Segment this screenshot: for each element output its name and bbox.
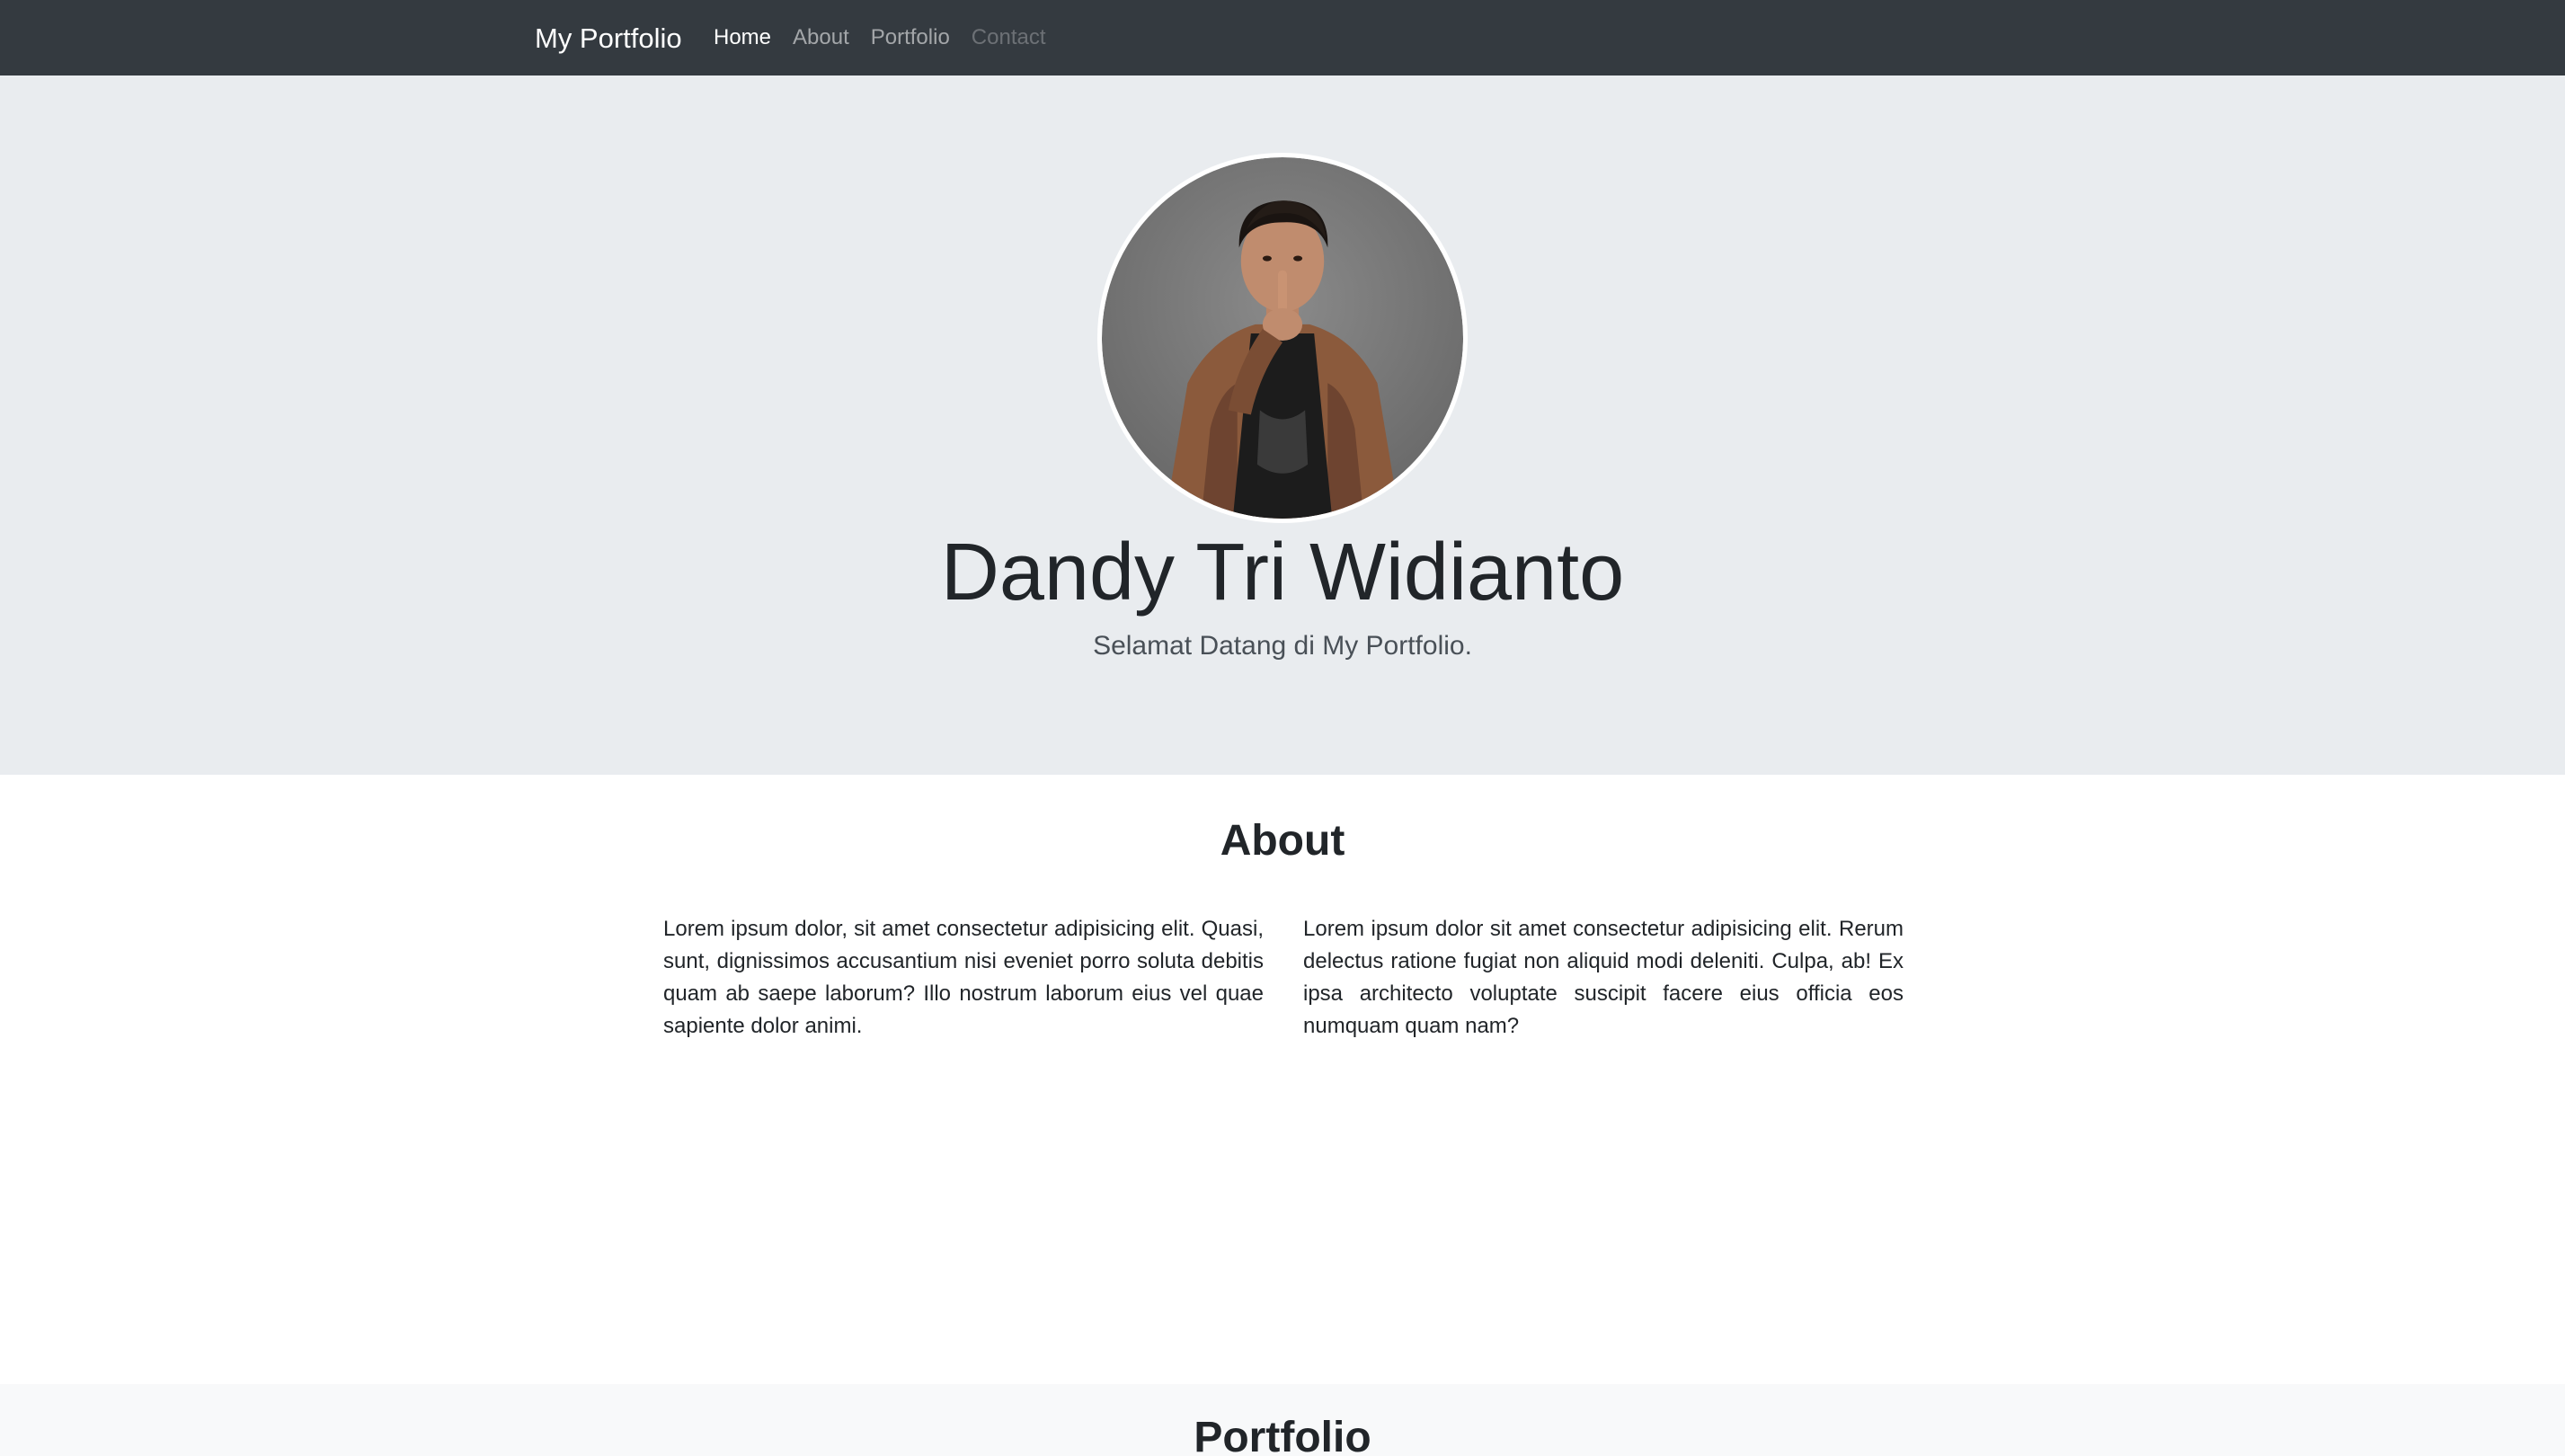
nav-link-about[interactable]: About xyxy=(793,25,849,50)
about-title: About xyxy=(1220,817,1345,865)
profile-photo-icon xyxy=(1102,157,1463,519)
nav-link-portfolio[interactable]: Portfolio xyxy=(871,25,950,50)
hero-name: Dandy Tri Widianto xyxy=(940,528,1625,617)
nav-link-contact[interactable]: Contact xyxy=(972,25,1046,50)
portfolio-section: Portfolio xyxy=(0,1384,2565,1456)
about-paragraph-right: Lorem ipsum dolor sit amet consectetur a… xyxy=(1303,917,1904,1038)
hero-tagline: Selamat Datang di My Portfolio. xyxy=(1093,631,1472,661)
hero-section: Dandy Tri Widianto Selamat Datang di My … xyxy=(0,75,2565,775)
top-navbar: My Portfolio Home About Portfolio Contac… xyxy=(0,0,2565,75)
nav-link-home[interactable]: Home xyxy=(714,25,771,50)
profile-avatar xyxy=(1097,153,1468,523)
about-paragraph-left: Lorem ipsum dolor, sit amet consectetur … xyxy=(663,917,1264,1038)
navbar-brand[interactable]: My Portfolio xyxy=(535,0,682,75)
nav-links: Home About Portfolio Contact xyxy=(714,0,1046,75)
portfolio-title: Portfolio xyxy=(1194,1414,1371,1456)
